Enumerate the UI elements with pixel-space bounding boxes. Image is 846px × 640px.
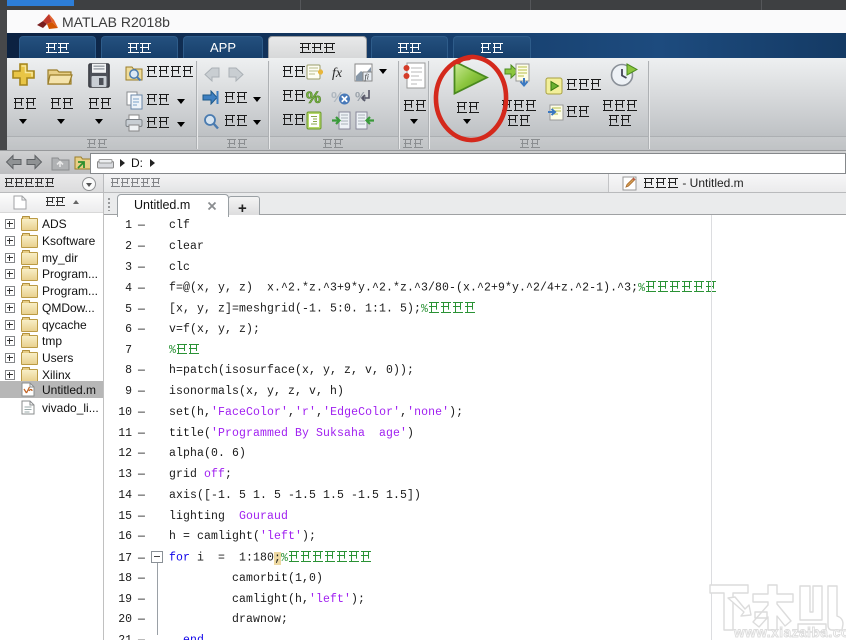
svg-text:www.xiazaiba.com: www.xiazaiba.com <box>733 625 846 640</box>
svg-text:fx: fx <box>332 66 343 81</box>
svg-text:%: % <box>355 89 367 104</box>
svg-text:%: % <box>306 88 321 106</box>
svg-text:fi: fi <box>365 73 369 82</box>
